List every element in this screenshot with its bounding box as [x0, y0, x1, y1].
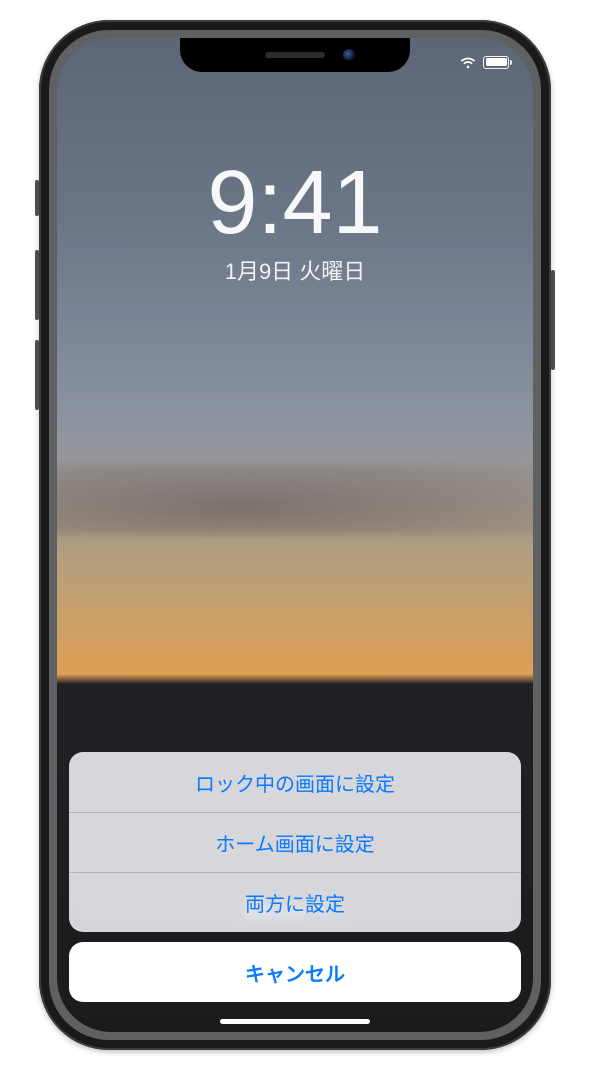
set-lock-screen-button[interactable]: ロック中の画面に設定 [69, 752, 521, 812]
battery-icon [483, 56, 509, 69]
action-label: ホーム画面に設定 [215, 828, 374, 857]
lock-date: 1月9日 火曜日 [57, 254, 533, 286]
action-label: 両方に設定 [245, 888, 345, 917]
action-sheet-options: ロック中の画面に設定 ホーム画面に設定 両方に設定 [69, 752, 521, 932]
screen: 9:41 1月9日 火曜日 視差効果: オン ロック中の画面に設定 ホーム画面に… [57, 38, 533, 1032]
action-sheet: ロック中の画面に設定 ホーム画面に設定 両方に設定 キャンセル [69, 752, 521, 1002]
wallpaper-cloud [57, 465, 533, 535]
volume-down-button [35, 340, 39, 410]
status-bar [57, 50, 533, 74]
side-button [551, 270, 555, 370]
cancel-label: キャンセル [245, 958, 345, 987]
wifi-icon [459, 56, 477, 69]
lock-time: 9:41 [57, 158, 533, 248]
mute-switch [35, 180, 39, 216]
set-both-button[interactable]: 両方に設定 [69, 872, 521, 932]
set-home-screen-button[interactable]: ホーム画面に設定 [69, 812, 521, 872]
home-indicator[interactable] [220, 1019, 370, 1024]
action-label: ロック中の画面に設定 [195, 768, 395, 797]
cancel-button[interactable]: キャンセル [69, 942, 521, 1002]
volume-up-button [35, 250, 39, 320]
device-frame: 9:41 1月9日 火曜日 視差効果: オン ロック中の画面に設定 ホーム画面に… [39, 20, 551, 1050]
lock-clock: 9:41 1月9日 火曜日 [57, 158, 533, 286]
